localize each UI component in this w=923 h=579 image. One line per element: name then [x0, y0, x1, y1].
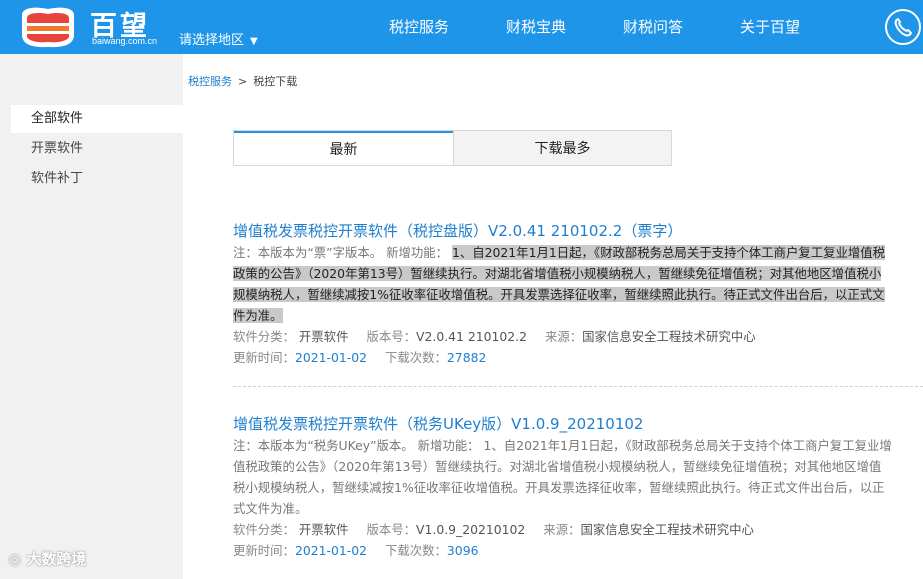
breadcrumb-link-tax-control-service[interactable]: 税控服务	[188, 75, 232, 88]
category-label: 软件分类：	[233, 329, 295, 344]
downloads-label: 下载次数：	[384, 350, 447, 365]
phone-icon[interactable]	[885, 9, 921, 45]
downloads-label: 下载次数：	[384, 543, 447, 558]
sidebar-item-invoicing-software[interactable]: 开票软件	[11, 135, 183, 163]
breadcrumb-separator: >	[238, 75, 248, 88]
source-label: 来源：	[544, 329, 583, 344]
updated-value: 2021-01-02	[294, 350, 367, 365]
nav-about[interactable]: 关于百望	[740, 16, 800, 37]
brand-domain: baiwang.com.cn	[92, 36, 158, 46]
software-stats-row: 更新时间：2021-01-02 下载次数：3096	[233, 540, 893, 561]
nav-tax-qa[interactable]: 财税问答	[623, 16, 683, 37]
software-title-link[interactable]: 增值税发票税控开票软件（税务UKey版）V1.0.9_20210102	[233, 414, 893, 434]
breadcrumb: 税控服务 > 税控下载	[188, 73, 297, 89]
tab-most-downloaded[interactable]: 下载最多	[453, 131, 671, 165]
version-value: V1.0.9_20210102	[416, 522, 526, 537]
sidebar-item-all-software[interactable]: 全部软件	[11, 105, 183, 133]
software-stats-row: 更新时间：2021-01-02 下载次数：27882	[233, 347, 893, 368]
category-label: 软件分类：	[233, 522, 295, 537]
source-label: 来源：	[543, 522, 581, 537]
source-value: 国家信息安全工程技术研究中心	[580, 522, 754, 537]
category-value: 开票软件	[298, 329, 349, 344]
nav-tax-handbook[interactable]: 财税宝典	[506, 16, 566, 37]
download-tabs: 最新 下载最多	[233, 130, 672, 166]
software-meta-row: 软件分类： 开票软件 版本号：V1.0.9_20210102 来源：国家信息安全工程…	[233, 519, 893, 540]
breadcrumb-current: 税控下载	[253, 75, 298, 88]
software-entry: 增值税发票税控开票软件（税控盘版）V2.0.41 210102.2（票字） 注：…	[233, 221, 893, 368]
top-header: 百望 baiwang.com.cn 请选择地区 ▼ 税控服务 财税宝典 财税问答 …	[0, 0, 923, 54]
entry-divider	[233, 386, 923, 387]
watermark: ◎ 大数跨境	[8, 548, 86, 569]
watermark-text: 大数跨境	[26, 550, 87, 568]
updated-label: 更新时间：	[233, 350, 295, 365]
software-meta-row: 软件分类： 开票软件 版本号：V2.0.41 210102.2 来源：国家信息安全工…	[233, 326, 893, 347]
version-label: 版本号：	[366, 329, 417, 344]
nav-tax-control-service[interactable]: 税控服务	[389, 16, 449, 37]
software-note: 注：本版本为“税务UKey”版本。 新增功能： 1、自2021年1月1日起，《财…	[233, 435, 893, 519]
updated-value: 2021-01-02	[294, 543, 367, 558]
baiwang-logo-icon[interactable]	[14, 5, 82, 49]
version-label: 版本号：	[366, 522, 417, 537]
region-selector[interactable]: 请选择地区 ▼	[179, 29, 258, 48]
tab-latest[interactable]: 最新	[234, 131, 453, 165]
updated-label: 更新时间：	[233, 543, 295, 558]
software-title-link[interactable]: 增值税发票税控开票软件（税控盘版）V2.0.41 210102.2（票字）	[233, 221, 893, 241]
source-value: 国家信息安全工程技术研究中心	[582, 329, 756, 344]
region-label: 请选择地区	[179, 33, 245, 48]
downloads-value: 3096	[446, 543, 479, 558]
software-note: 注：本版本为“票”字版本。 新增功能： 1、自2021年1月1日起，《财政部税务…	[233, 242, 893, 326]
software-entry: 增值税发票税控开票软件（税务UKey版）V1.0.9_20210102 注：本版…	[233, 414, 893, 561]
sidebar-item-software-patch[interactable]: 软件补丁	[11, 165, 183, 193]
caret-down-icon: ▼	[250, 36, 258, 47]
note-prefix: 注：本版本为“税务UKey”版本。 新增功能：	[233, 438, 480, 453]
watermark-logo-icon: ◎	[8, 550, 27, 568]
downloads-value: 27882	[446, 350, 487, 365]
category-value: 开票软件	[298, 522, 349, 537]
version-value: V2.0.41 210102.2	[416, 329, 527, 344]
note-prefix: 注：本版本为“票”字版本。 新增功能：	[233, 245, 449, 260]
